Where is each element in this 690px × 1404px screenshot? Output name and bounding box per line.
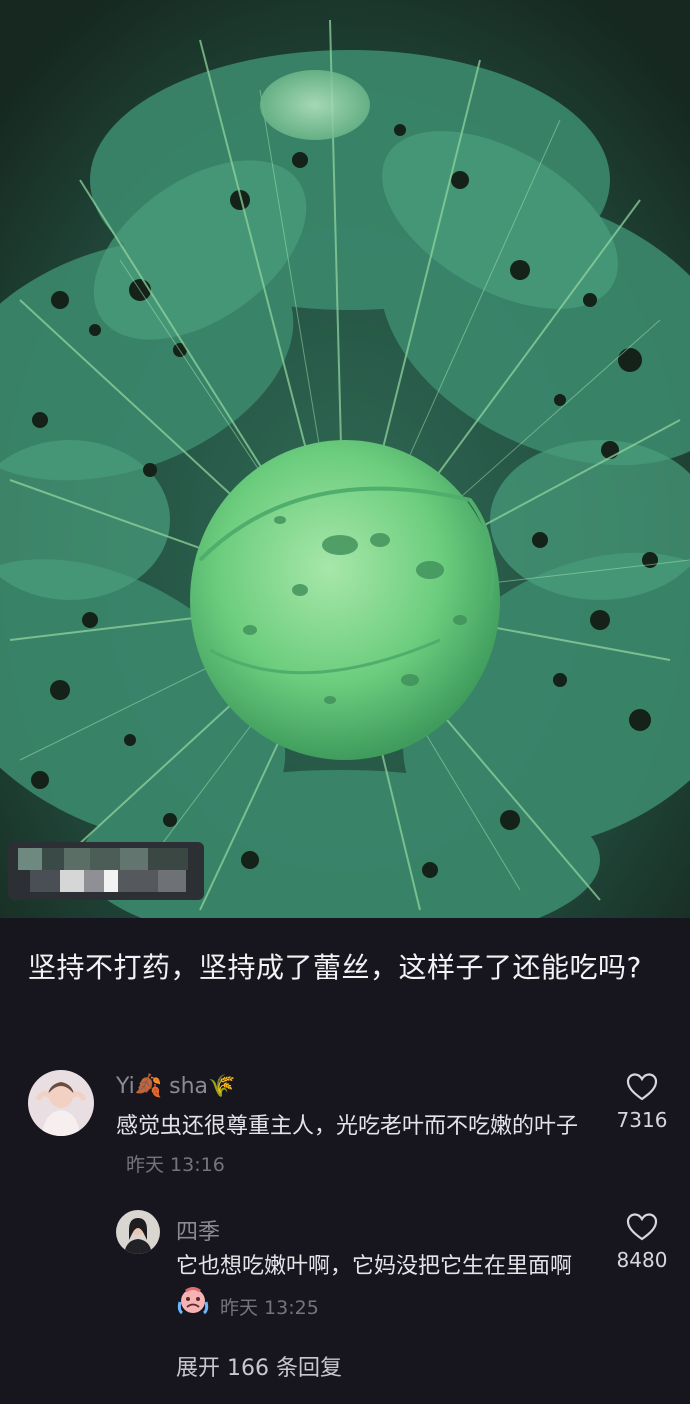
reply-text[interactable]: 它也想吃嫩叶啊，它妈没把它生在里面啊昨天 13:25 xyxy=(176,1248,576,1329)
reply-like-button[interactable]: 8480 xyxy=(607,1212,677,1272)
blurred-watermark xyxy=(8,842,204,900)
reply-body: 它也想吃嫩叶啊，它妈没把它生在里面啊 xyxy=(176,1254,573,1279)
commenter-avatar[interactable] xyxy=(28,1070,94,1136)
crying-face-icon xyxy=(176,1286,210,1329)
heart-icon xyxy=(626,1213,658,1241)
reply-avatar[interactable] xyxy=(116,1210,160,1254)
comment-like-button[interactable]: 7316 xyxy=(607,1072,677,1132)
comment-like-count: 7316 xyxy=(616,1108,668,1132)
heart-icon xyxy=(626,1073,658,1101)
comment-time: 昨天 13:16 xyxy=(126,1154,225,1176)
cabbage-photo xyxy=(0,0,690,918)
reply-time: 昨天 13:25 xyxy=(220,1296,319,1319)
commenter-username[interactable]: Yi🍂 sha🌾 xyxy=(116,1074,235,1099)
post-image[interactable] xyxy=(0,0,690,918)
reply-username[interactable]: 四季 xyxy=(176,1214,220,1246)
comment-body: 感觉虫还很尊重主人，光吃老叶而不吃嫩的叶子 xyxy=(116,1114,579,1139)
expand-replies-button[interactable]: 展开 166 条回复 xyxy=(176,1350,342,1382)
reply-like-count: 8480 xyxy=(616,1248,668,1272)
comment-text[interactable]: 感觉虫还很尊重主人，光吃老叶而不吃嫩的叶子昨天 13:16 xyxy=(116,1108,596,1184)
post-title: 坚持不打药，坚持成了蕾丝，这样子了还能吃吗? xyxy=(28,951,642,984)
